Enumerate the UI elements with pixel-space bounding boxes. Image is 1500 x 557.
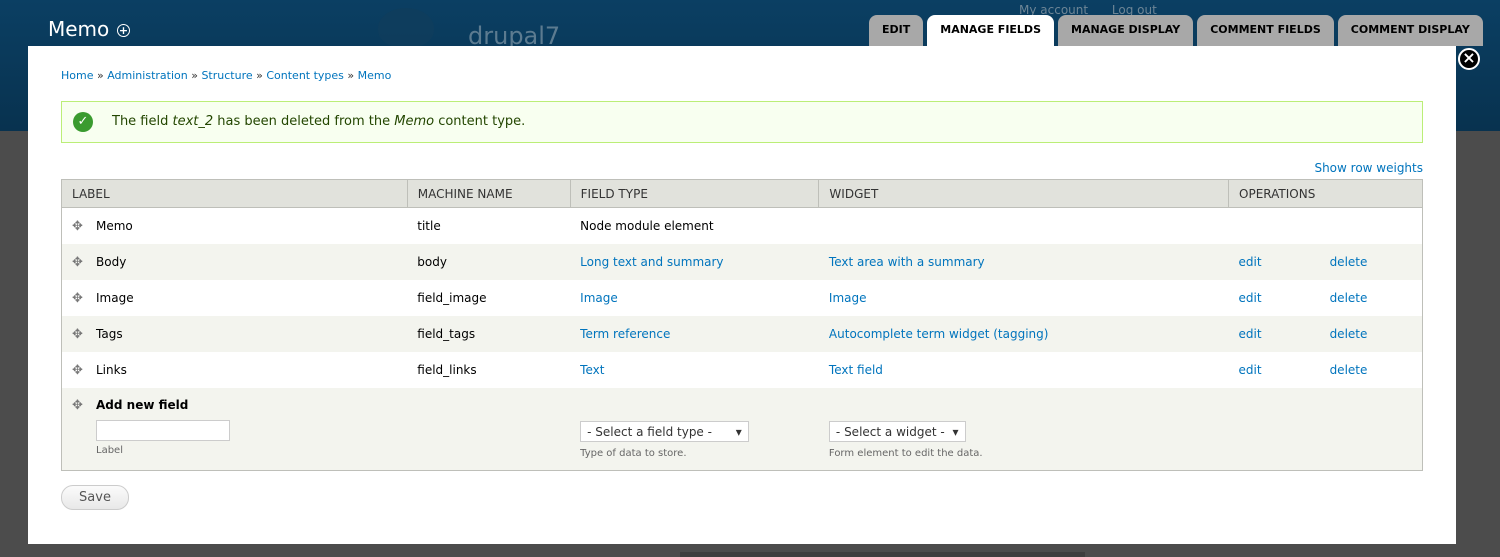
field-type-link[interactable]: Term reference	[580, 327, 670, 341]
table-row: ✥ Tags field_tags Term reference Autocomp…	[61, 316, 1423, 352]
drag-handle-icon[interactable]: ✥	[72, 327, 84, 342]
table-row: ✥ Image field_image Image Image edit delet…	[61, 280, 1423, 316]
label-description: Label	[96, 445, 123, 456]
widget-link[interactable]: Image	[829, 291, 867, 305]
tab-manage-display[interactable]: MANAGE DISPLAY	[1058, 15, 1194, 46]
widget-select[interactable]: - Select a widget - ▾	[828, 421, 966, 442]
header-widget: WIDGET	[818, 179, 1230, 208]
drag-handle-icon[interactable]: ✥	[72, 219, 84, 234]
drag-handle-icon[interactable]: ✥	[72, 398, 84, 413]
close-overlay-icon[interactable]: ×	[1458, 48, 1480, 70]
header-machine-name: MACHINE NAME	[406, 179, 571, 208]
page-title: Memo	[48, 17, 110, 41]
tab-edit[interactable]: EDIT	[869, 15, 924, 46]
chevron-down-icon: ▾	[735, 425, 742, 439]
new-field-label-input[interactable]	[96, 420, 230, 441]
breadcrumb-memo[interactable]: Memo	[358, 69, 392, 82]
widget-link[interactable]: Autocomplete term widget (tagging)	[829, 327, 1049, 341]
drag-handle-icon[interactable]: ✥	[72, 255, 84, 270]
breadcrumb: Home » Administration » Structure » Cont…	[61, 69, 392, 82]
header-label: LABEL	[61, 179, 408, 208]
add-new-field-title: Add new field	[96, 398, 189, 412]
delete-link[interactable]: delete	[1330, 291, 1368, 305]
edit-link[interactable]: edit	[1239, 363, 1262, 377]
chevron-down-icon: ▾	[952, 425, 959, 439]
save-button[interactable]: Save	[61, 485, 129, 510]
field-type-link[interactable]: Text	[580, 363, 604, 377]
widget-link[interactable]: Text area with a summary	[829, 255, 985, 269]
add-shortcut-icon[interactable]: +	[117, 24, 130, 37]
drag-handle-icon[interactable]: ✥	[72, 363, 84, 378]
breadcrumb-structure[interactable]: Structure	[201, 69, 252, 82]
field-type-link[interactable]: Long text and summary	[580, 255, 723, 269]
field-type-description: Type of data to store.	[580, 448, 687, 459]
status-message: ✓ The field text_2 has been deleted from…	[61, 101, 1423, 143]
show-row-weights-link[interactable]: Show row weights	[1314, 161, 1423, 175]
widget-description: Form element to edit the data.	[828, 448, 983, 459]
header-operations: OPERATIONS	[1228, 179, 1423, 208]
status-text: The field text_2 has been deleted from t…	[112, 114, 526, 129]
field-type-select[interactable]: - Select a field type - ▾	[580, 421, 749, 442]
drupal-drop-icon	[378, 8, 434, 48]
tab-comment-display[interactable]: COMMENT DISPLAY	[1337, 15, 1483, 46]
table-row: ✥ Links field_links Text Text field edit d…	[61, 352, 1423, 388]
table-row: ✥ Memo title Node module element	[61, 207, 1423, 244]
background-edge	[680, 552, 1085, 557]
tab-comment-fields[interactable]: COMMENT FIELDS	[1197, 15, 1334, 46]
breadcrumb-content-types[interactable]: Content types	[266, 69, 344, 82]
edit-link[interactable]: edit	[1239, 255, 1262, 269]
breadcrumb-home[interactable]: Home	[61, 69, 93, 82]
header-field-type: FIELD TYPE	[569, 179, 820, 208]
fields-table: LABEL MACHINE NAME FIELD TYPE WIDGET OPE…	[61, 179, 1423, 471]
breadcrumb-administration[interactable]: Administration	[107, 69, 188, 82]
primary-tabs: EDIT MANAGE FIELDS MANAGE DISPLAY COMMEN…	[869, 15, 1483, 46]
drag-handle-icon[interactable]: ✥	[72, 291, 84, 306]
tab-manage-fields[interactable]: MANAGE FIELDS	[927, 15, 1054, 46]
edit-link[interactable]: edit	[1239, 327, 1262, 341]
add-new-field-row: ✥ Add new field Label - Select a field ty…	[61, 388, 1423, 471]
table-row: ✥ Body body Long text and summary Text ar…	[61, 244, 1423, 280]
delete-link[interactable]: delete	[1330, 363, 1368, 377]
widget-link[interactable]: Text field	[829, 363, 883, 377]
delete-link[interactable]: delete	[1330, 327, 1368, 341]
field-type-link[interactable]: Image	[580, 291, 618, 305]
delete-link[interactable]: delete	[1330, 255, 1368, 269]
edit-link[interactable]: edit	[1239, 291, 1262, 305]
checkmark-icon: ✓	[73, 112, 93, 132]
